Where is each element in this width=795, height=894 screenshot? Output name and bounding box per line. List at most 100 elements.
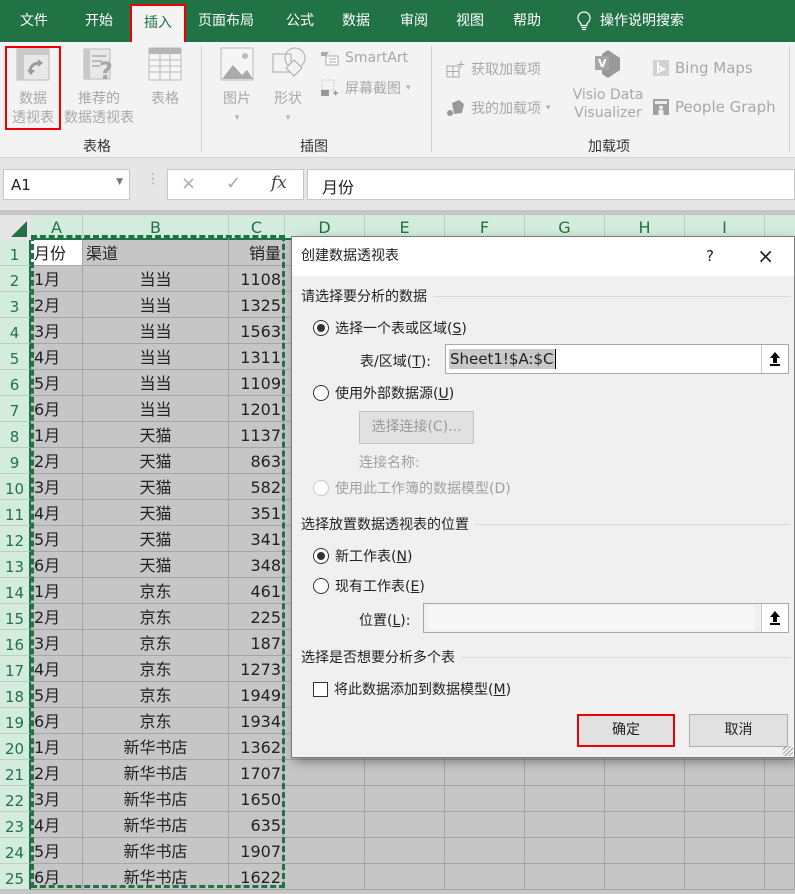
- cell-sales[interactable]: 351: [229, 500, 284, 526]
- cell-channel[interactable]: 京东: [83, 604, 229, 630]
- bing-maps-button[interactable]: Bing Maps: [652, 59, 753, 77]
- cell-month[interactable]: 1月: [31, 422, 83, 448]
- cell-channel[interactable]: 天猫: [83, 448, 229, 474]
- cell-month[interactable]: 1月: [31, 266, 83, 292]
- empty-cell[interactable]: [605, 760, 685, 786]
- cell-sales[interactable]: 225: [229, 604, 284, 630]
- radio-new-worksheet[interactable]: 新工作表(N): [313, 546, 412, 566]
- radio-external-source[interactable]: 使用外部数据源(U): [313, 383, 454, 403]
- cell-channel[interactable]: 京东: [83, 578, 229, 604]
- empty-cell[interactable]: [765, 838, 795, 864]
- cell-sales[interactable]: 582: [229, 474, 284, 500]
- empty-cell[interactable]: [685, 838, 765, 864]
- row-header[interactable]: 8: [0, 422, 31, 448]
- tab-review[interactable]: 审阅: [400, 0, 428, 42]
- row-header[interactable]: 18: [0, 682, 31, 708]
- cell-channel[interactable]: 当当: [83, 292, 229, 318]
- cell-sales[interactable]: 销量: [229, 240, 284, 266]
- empty-cell[interactable]: [285, 786, 365, 812]
- cell-month[interactable]: 3月: [31, 630, 83, 656]
- row-header[interactable]: 12: [0, 526, 31, 552]
- get-addins-button[interactable]: 获取加载项: [446, 59, 541, 79]
- row-header[interactable]: 16: [0, 630, 31, 656]
- cell-month[interactable]: 1月: [31, 578, 83, 604]
- cell-sales[interactable]: 1907: [229, 838, 284, 864]
- visio-visualizer-button[interactable]: V Visio Data Visualizer: [570, 46, 646, 122]
- cell-channel[interactable]: 天猫: [83, 422, 229, 448]
- cell-channel[interactable]: 京东: [83, 708, 229, 734]
- cell-channel[interactable]: 天猫: [83, 526, 229, 552]
- row-header[interactable]: 11: [0, 500, 31, 526]
- row-header[interactable]: 7: [0, 396, 31, 422]
- tab-view[interactable]: 视图: [456, 0, 484, 42]
- cell-month[interactable]: 月份: [31, 240, 83, 266]
- row-header[interactable]: 6: [0, 370, 31, 396]
- cell-month[interactable]: 3月: [31, 786, 83, 812]
- column-header-a[interactable]: A: [31, 215, 83, 240]
- cancel-button[interactable]: 取消: [689, 714, 788, 747]
- empty-cell[interactable]: [765, 812, 795, 838]
- radio-button[interactable]: [313, 385, 329, 401]
- cell-month[interactable]: 6月: [31, 552, 83, 578]
- empty-cell[interactable]: [445, 786, 525, 812]
- empty-cell[interactable]: [685, 786, 765, 812]
- cell-sales[interactable]: 1311: [229, 344, 284, 370]
- cell-channel[interactable]: 当当: [83, 266, 229, 292]
- radio-button-checked[interactable]: [313, 548, 329, 564]
- empty-cell[interactable]: [525, 838, 605, 864]
- row-header[interactable]: 21: [0, 760, 31, 786]
- empty-cell[interactable]: [685, 812, 765, 838]
- cell-channel[interactable]: 京东: [83, 630, 229, 656]
- cell-month[interactable]: 2月: [31, 292, 83, 318]
- radio-data-model[interactable]: 使用此工作簿的数据模型(D): [313, 478, 511, 498]
- radio-button-checked[interactable]: [313, 320, 329, 336]
- empty-cell[interactable]: [605, 786, 685, 812]
- empty-cell[interactable]: [445, 838, 525, 864]
- empty-cell[interactable]: [765, 786, 795, 812]
- cell-sales[interactable]: 187: [229, 630, 284, 656]
- empty-cell[interactable]: [365, 760, 445, 786]
- tab-help[interactable]: 帮助: [513, 0, 541, 42]
- empty-cell[interactable]: [525, 786, 605, 812]
- cell-sales[interactable]: 1273: [229, 656, 284, 682]
- shapes-button[interactable]: 形状 ▾: [266, 46, 310, 128]
- cell-sales[interactable]: 635: [229, 812, 284, 838]
- row-header[interactable]: 15: [0, 604, 31, 630]
- cell-channel[interactable]: 天猫: [83, 500, 229, 526]
- cell-month[interactable]: 6月: [31, 396, 83, 422]
- row-header[interactable]: 25: [0, 864, 31, 890]
- cell-sales[interactable]: 1650: [229, 786, 284, 812]
- checkbox[interactable]: [313, 681, 328, 697]
- tab-insert[interactable]: 插入: [130, 4, 186, 42]
- formula-input[interactable]: 月份: [307, 169, 795, 200]
- empty-cell[interactable]: [285, 760, 365, 786]
- ok-button[interactable]: 确定: [577, 714, 675, 747]
- cell-sales[interactable]: 1137: [229, 422, 284, 448]
- radio-select-table-range[interactable]: 选择一个表或区域(S): [313, 318, 467, 338]
- empty-cell[interactable]: [765, 760, 795, 786]
- select-all-button[interactable]: [0, 215, 31, 240]
- cell-channel[interactable]: 新华书店: [83, 760, 229, 786]
- row-header[interactable]: 3: [0, 292, 31, 318]
- empty-cell[interactable]: [365, 786, 445, 812]
- empty-cell[interactable]: [525, 812, 605, 838]
- empty-cell[interactable]: [685, 864, 765, 890]
- tab-home[interactable]: 开始: [85, 0, 113, 42]
- cell-month[interactable]: 2月: [31, 604, 83, 630]
- tab-formulas[interactable]: 公式: [286, 0, 314, 42]
- cell-channel[interactable]: 新华书店: [83, 838, 229, 864]
- add-to-data-model-checkbox[interactable]: 将此数据添加到数据模型(M): [313, 679, 511, 699]
- pictures-button[interactable]: 图片 ▾: [216, 46, 258, 128]
- cell-channel[interactable]: 京东: [83, 682, 229, 708]
- empty-cell[interactable]: [365, 812, 445, 838]
- empty-cell[interactable]: [525, 760, 605, 786]
- empty-cell[interactable]: [365, 864, 445, 890]
- row-header[interactable]: 22: [0, 786, 31, 812]
- collapse-dialog-button[interactable]: [761, 604, 788, 632]
- cell-channel[interactable]: 渠道: [83, 240, 229, 266]
- cell-sales[interactable]: 1934: [229, 708, 284, 734]
- empty-cell[interactable]: [525, 864, 605, 890]
- my-addins-button[interactable]: 我的加载项 ▾: [446, 98, 551, 118]
- cell-month[interactable]: 4月: [31, 500, 83, 526]
- choose-connection-button[interactable]: 选择连接(C)...: [359, 411, 474, 444]
